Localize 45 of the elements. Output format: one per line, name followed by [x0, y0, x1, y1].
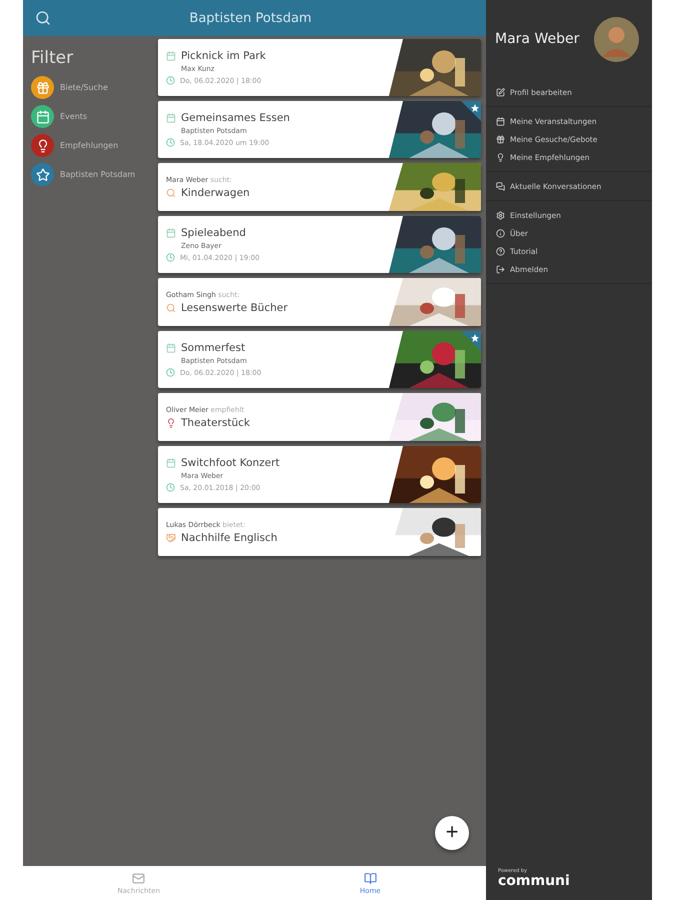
settings-icon [496, 210, 505, 220]
calendar-icon [496, 116, 505, 126]
event-title: Picknick im Park [181, 50, 266, 62]
add-button[interactable]: + [435, 816, 469, 850]
search-icon [166, 302, 176, 312]
user-name: Mara Weber [495, 31, 580, 47]
post-title: Lesenswerte Bücher [181, 302, 288, 314]
filter-title: Filter [31, 48, 74, 68]
clock-icon [166, 76, 175, 85]
clock-icon [166, 368, 175, 377]
app-logo: communi [498, 874, 571, 888]
calendar-icon [166, 228, 176, 238]
filter-icon[interactable] [31, 105, 54, 128]
event-title: Switchfoot Konzert [181, 457, 280, 469]
filter-icon[interactable] [31, 163, 54, 186]
clock-icon [166, 138, 175, 147]
chat-icon [496, 182, 505, 190]
help-icon [496, 246, 505, 256]
calendar-icon [166, 113, 176, 123]
filter-icon[interactable] [31, 76, 54, 99]
clock-icon [166, 483, 175, 492]
book-icon [364, 872, 377, 884]
lightbulb-icon [496, 152, 505, 162]
search-icon [166, 188, 176, 198]
edit-icon [496, 88, 505, 96]
gift-icon [496, 134, 505, 144]
mail-icon [132, 872, 146, 884]
handshake-icon [166, 532, 176, 542]
event-title: Sommerfest [181, 342, 246, 354]
lightbulb-icon [166, 418, 176, 428]
header-title: Baptisten Potsdam [188, 10, 313, 26]
calendar-icon [166, 458, 176, 468]
event-title: Spieleabend [181, 227, 246, 239]
calendar-icon [166, 343, 176, 353]
post-title: Theaterstück [181, 416, 250, 428]
post-title: Nachhilfe Englisch [181, 532, 278, 544]
search-icon[interactable] [35, 10, 51, 26]
calendar-icon [166, 51, 176, 61]
post-title: Kinderwagen [181, 186, 250, 198]
avatar [594, 16, 639, 62]
event-title: Gemeinsames Essen [181, 112, 290, 124]
info-icon [496, 228, 505, 238]
clock-icon [166, 253, 175, 262]
logout-icon [496, 264, 505, 274]
filter-icon[interactable] [31, 134, 54, 157]
